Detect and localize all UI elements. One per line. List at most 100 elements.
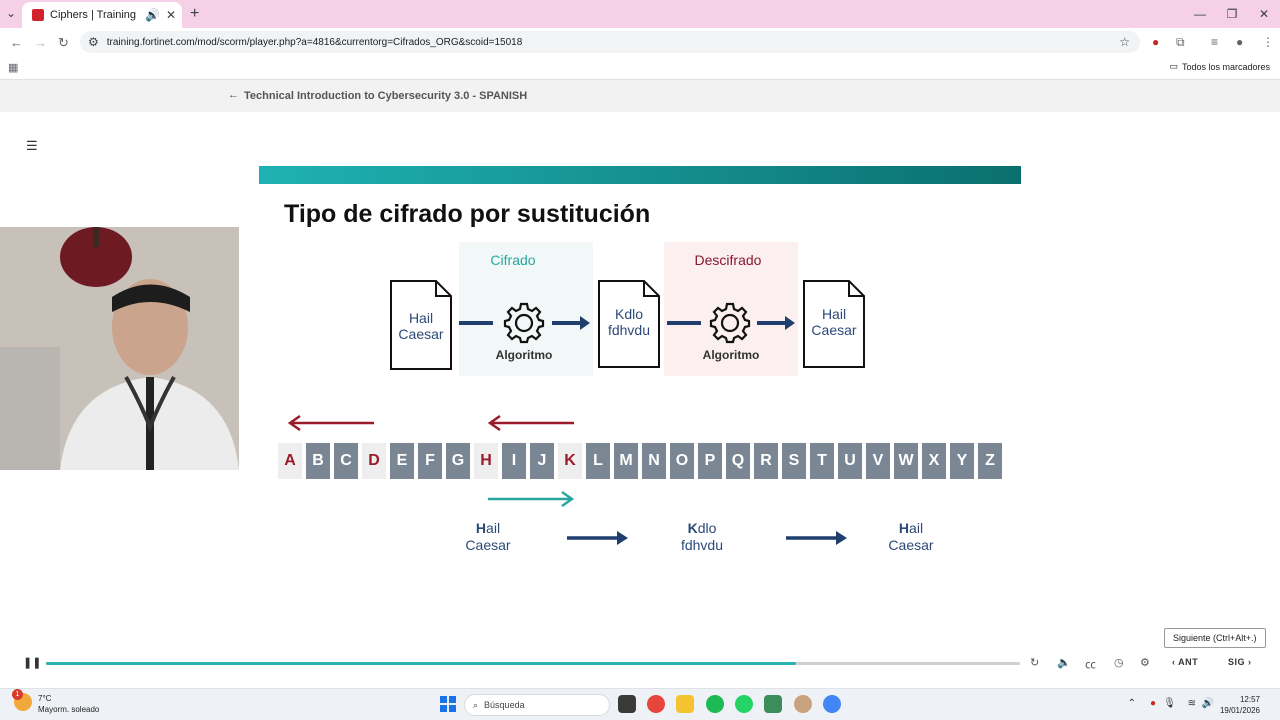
ciphertext-text: Kdlo fdhvdu (598, 306, 660, 338)
restore-icon[interactable]: ❐ (1216, 0, 1248, 28)
back-arrow-icon[interactable]: ← (228, 89, 239, 101)
taskbar-search[interactable]: ⌕ Búsqueda (464, 694, 610, 716)
weather-desc: Mayorm. soleado (38, 705, 100, 714)
example-rest: ail (486, 520, 501, 536)
address-bar-row: ← → ↻ ⚙ training.fortinet.com/mod/scorm/… (0, 28, 1280, 56)
spotify-icon[interactable] (706, 695, 724, 713)
prev-slide-button[interactable]: ‹ ANT (1172, 657, 1198, 667)
playback-speed-icon[interactable]: ◷ (1114, 656, 1124, 669)
decrypted-document: Hail Caesar (803, 280, 865, 370)
alphabet-letter: M (614, 443, 638, 479)
extension-icon[interactable]: ● (1152, 35, 1159, 49)
chrome-menu-icon[interactable]: ⋮ (1262, 35, 1274, 49)
webcam-person-image (0, 227, 239, 470)
flow-line (667, 321, 701, 325)
minimize-icon[interactable]: — (1184, 0, 1216, 28)
profile-avatar[interactable]: ● (1236, 35, 1243, 49)
bookmark-star-icon[interactable]: ☆ (1119, 36, 1130, 48)
plaintext-line1: Hail (408, 310, 434, 326)
all-bookmarks-button[interactable]: ▭ Todos los marcadores (1169, 61, 1270, 72)
plaintext-text: Hail Caesar (390, 310, 452, 342)
tray-app-icon[interactable]: ● (1150, 698, 1156, 709)
alphabet-letter: C (334, 443, 358, 479)
wifi-icon[interactable]: ≋ (1188, 698, 1196, 709)
whatsapp-icon[interactable] (735, 695, 753, 713)
folder-icon: ▭ (1169, 61, 1178, 71)
menu-hamburger-icon[interactable]: ☰ (26, 138, 38, 154)
omnibox[interactable]: ⚙ training.fortinet.com/mod/scorm/player… (80, 31, 1140, 53)
example-line2: Caesar (888, 537, 934, 553)
volume-icon[interactable]: 🔈 (1057, 656, 1071, 669)
alphabet-letter: Q (726, 443, 750, 479)
site-info-icon[interactable]: ⚙ (88, 36, 99, 48)
volume-tray-icon[interactable]: 🔊 (1202, 698, 1214, 709)
back-icon[interactable]: ← (10, 35, 23, 50)
task-view-icon[interactable] (618, 695, 636, 713)
encrypt-label: Cifrado (490, 252, 536, 268)
progress-bar[interactable] (46, 662, 1020, 665)
algorithm-label: Algoritmo (702, 348, 760, 362)
vscode-icon[interactable] (764, 695, 782, 713)
flow-line (459, 321, 493, 325)
weather-temp: 7°C (38, 694, 52, 703)
player-controls: ❚❚ ↻ 🔈 ㏄ ◷ ⚙ ‹ ANT SIG › (0, 652, 1280, 676)
example-rest: dlo (697, 520, 717, 536)
example-decrypted: Hail Caesar (866, 520, 956, 554)
tab-search-dropdown-icon[interactable]: ⌄ (6, 7, 16, 19)
alphabet-row: ABCDEFGHIJKLMNOPQRSTUVWXYZ (278, 443, 1002, 479)
extensions-puzzle-icon[interactable]: ⧉ (1176, 35, 1185, 50)
alphabet-letter: E (390, 443, 414, 479)
app-icon[interactable] (794, 695, 812, 713)
apps-grid-icon[interactable]: ▦ (8, 61, 18, 74)
ciphertext-document: Kdlo fdhvdu (598, 280, 660, 370)
gear-icon (709, 302, 751, 344)
microphone-icon[interactable]: 🎙 (1163, 698, 1176, 709)
webcam-overlay (0, 227, 239, 470)
shift-left-arrow-icon (487, 414, 574, 432)
site-favicon-icon (32, 9, 44, 21)
browser-tab[interactable]: Ciphers | Training Institute 🔊 ✕ (22, 2, 182, 28)
file-explorer-icon[interactable] (676, 695, 694, 713)
example-line2: Caesar (465, 537, 511, 553)
tab-audio-icon[interactable]: 🔊 (145, 9, 160, 21)
alphabet-letter: H (474, 443, 498, 479)
forward-icon[interactable]: → (34, 35, 47, 50)
os-taskbar: 1 7°C Mayorm. soleado ⌕ Búsqueda ⌃ ● 🎙 ≋… (0, 688, 1280, 720)
next-slide-button[interactable]: SIG › (1228, 657, 1252, 667)
ciphertext-line2: fdhvdu (607, 322, 651, 338)
slide-header-band (259, 166, 1021, 184)
settings-gear-icon[interactable]: ⚙ (1140, 656, 1150, 669)
close-window-icon[interactable]: ✕ (1248, 0, 1280, 28)
flow-arrow-icon (786, 531, 847, 545)
alphabet-letter: V (866, 443, 890, 479)
prev-label: ANT (1178, 657, 1199, 667)
pause-icon[interactable]: ❚❚ (23, 656, 41, 669)
chrome-active-icon[interactable] (823, 695, 841, 713)
window-controls: — ❐ ✕ (1184, 0, 1280, 28)
flow-arrow-icon (567, 531, 628, 545)
next-tooltip: Siguiente (Ctrl+Alt+.) (1164, 628, 1266, 648)
media-control-icon[interactable]: ≡ (1211, 35, 1218, 49)
tab-title: Ciphers | Training Institute (50, 9, 139, 21)
clock[interactable]: 12:57 19/01/2026 (1220, 694, 1260, 716)
alphabet-letter: O (670, 443, 694, 479)
alphabet-letter: W (894, 443, 918, 479)
notification-badge: 1 (12, 689, 23, 700)
course-title[interactable]: Technical Introduction to Cybersecurity … (244, 90, 527, 102)
alphabet-letter: Y (950, 443, 974, 479)
plaintext-line2: Caesar (398, 326, 444, 342)
windows-start-icon[interactable] (440, 696, 456, 712)
alphabet-letter: F (418, 443, 442, 479)
alphabet-letter: J (530, 443, 554, 479)
weather-widget[interactable]: 1 7°C Mayorm. soleado (12, 689, 100, 715)
chrome-icon[interactable] (647, 695, 665, 713)
tray-chevron-icon[interactable]: ⌃ (1128, 698, 1136, 709)
tab-close-icon[interactable]: ✕ (166, 9, 176, 21)
reload-icon[interactable]: ↻ (58, 35, 69, 51)
replay-icon[interactable]: ↻ (1030, 656, 1039, 669)
clock-time: 12:57 (1239, 695, 1260, 704)
alphabet-letter: T (810, 443, 834, 479)
url-text[interactable]: training.fortinet.com/mod/scorm/player.p… (107, 37, 1111, 48)
new-tab-icon[interactable]: + (190, 6, 199, 22)
captions-icon[interactable]: ㏄ (1085, 656, 1096, 672)
